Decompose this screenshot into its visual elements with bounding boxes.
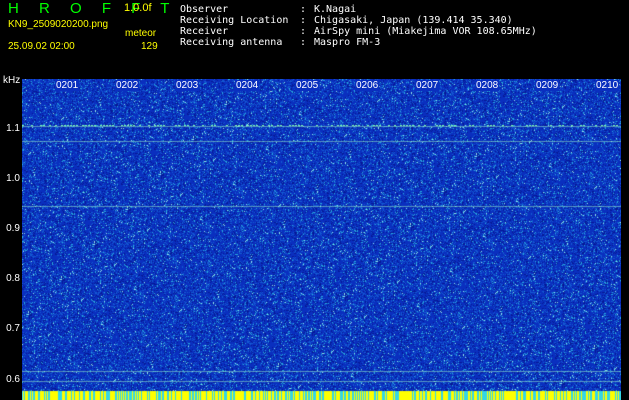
- info-sep: :: [300, 4, 307, 15]
- info-value: AirSpy mini (Miakejima VOR 108.65MHz): [314, 26, 537, 37]
- spectrogram-canvas: [22, 79, 621, 400]
- info-value: Maspro FM-3: [314, 37, 381, 48]
- x-tick: 0208: [475, 80, 500, 91]
- y-tick: 0.6: [6, 374, 20, 385]
- info-value: Chigasaki, Japan (139.414 35.340): [314, 15, 513, 26]
- x-tick: 0209: [535, 80, 560, 91]
- info-key: Observer: [180, 4, 229, 15]
- info-sep: :: [300, 26, 307, 37]
- x-tick: 0206: [355, 80, 380, 91]
- info-key: Receiving Location: [180, 15, 289, 26]
- app-version: 1.0.0f: [124, 2, 152, 14]
- datetime-label: 25.09.02 02:00: [8, 41, 75, 52]
- y-tick: 1.1: [6, 123, 20, 134]
- mode-label: meteor: [125, 28, 157, 39]
- y-tick: 0.9: [6, 223, 20, 234]
- x-tick: 0207: [415, 80, 440, 91]
- info-receiver: Receiver: AirSpy mini (Miakejima VOR 108.…: [180, 27, 537, 37]
- y-axis-unit: kHz: [3, 75, 21, 86]
- x-tick: 0202: [115, 80, 140, 91]
- hrofft-window: H R O F F T 1.0.0f KN9_2509020200.png me…: [0, 0, 629, 400]
- x-tick: 0210: [595, 80, 620, 91]
- x-tick: 0203: [175, 80, 200, 91]
- info-antenna: Receiving antenna: Maspro FM-3: [180, 38, 380, 48]
- x-tick: 0201: [55, 80, 80, 91]
- y-tick: 1.0: [6, 173, 20, 184]
- spectrogram-plot: [22, 79, 621, 400]
- x-tick: 0204: [235, 80, 260, 91]
- info-key: Receiving antenna: [180, 37, 283, 48]
- info-key: Receiver: [180, 26, 229, 37]
- filename-label: KN9_2509020200.png: [8, 19, 109, 30]
- info-sep: :: [300, 37, 307, 48]
- meteor-count: 129: [141, 41, 158, 52]
- info-observer: Observer: K.Nagai: [180, 5, 356, 15]
- info-sep: :: [300, 15, 307, 26]
- info-location: Receiving Location: Chigasaki, Japan (139…: [180, 16, 513, 26]
- info-value: K.Nagai: [314, 4, 357, 15]
- x-tick: 0205: [295, 80, 320, 91]
- y-tick: 0.7: [6, 323, 20, 334]
- y-tick: 0.8: [6, 273, 20, 284]
